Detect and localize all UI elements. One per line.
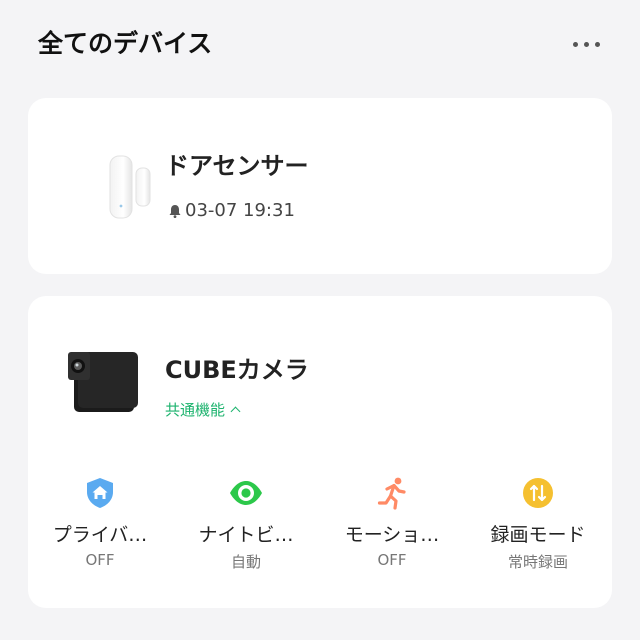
record-mode-icon — [523, 478, 553, 508]
feature-label: ナイトビ… — [198, 524, 294, 546]
device-list-page: 全てのデバイス ドアセンサー 03-07 19:31 CUBEカメラ 共通機能 … — [0, 0, 640, 640]
eye-icon — [230, 481, 262, 505]
last-event-time: 03-07 19:31 — [185, 200, 295, 221]
page-title: 全てのデバイス — [38, 29, 213, 58]
shared-functions-toggle[interactable]: 共通機能 — [165, 399, 241, 420]
more-options-button[interactable] — [568, 34, 604, 54]
feature-motion-detection[interactable]: モーショ… OFF — [322, 476, 462, 576]
device-name: ドアセンサー — [165, 152, 309, 180]
bell-icon — [169, 204, 181, 218]
more-dot — [594, 41, 600, 47]
running-person-icon — [377, 477, 406, 510]
device-card-cube-camera[interactable]: CUBEカメラ 共通機能 プライバ… OFF ナイトビ… 自動 モーショ… OF… — [28, 296, 612, 608]
feature-privacy[interactable]: プライバ… OFF — [30, 476, 170, 576]
feature-value: 自動 — [230, 553, 261, 571]
feature-night-vision[interactable]: ナイトビ… 自動 — [176, 476, 316, 576]
last-event-status: 03-07 19:31 — [167, 200, 295, 221]
feature-value: OFF — [85, 551, 115, 569]
home-shield-icon — [87, 478, 113, 508]
shared-functions-label: 共通機能 — [165, 401, 226, 419]
device-name: CUBEカメラ — [165, 356, 309, 384]
more-horizontal-icon — [572, 41, 578, 47]
feature-label: プライバ… — [52, 524, 148, 546]
feature-value: 常時録画 — [507, 553, 568, 571]
header: 全てのデバイス — [38, 26, 604, 62]
feature-label: 録画モード — [490, 524, 586, 546]
feature-recording-mode[interactable]: 録画モード 常時録画 — [468, 476, 608, 576]
chevron-up-icon — [230, 406, 241, 417]
more-dot — [583, 41, 589, 47]
feature-value: OFF — [377, 551, 407, 569]
cube-camera-image — [68, 352, 138, 412]
feature-row: プライバ… OFF ナイトビ… 自動 モーショ… OFF 録画モード 常時録画 — [28, 476, 612, 576]
device-card-door-sensor[interactable]: ドアセンサー 03-07 19:31 — [28, 98, 612, 274]
feature-label: モーショ… — [344, 524, 440, 546]
door-sensor-image — [109, 155, 151, 219]
